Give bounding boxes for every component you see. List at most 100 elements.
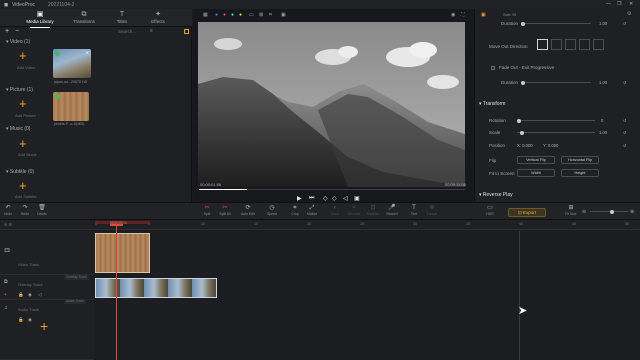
video-clip[interactable] <box>95 278 217 298</box>
close-button[interactable]: ✕ <box>629 1 633 7</box>
scale-slider[interactable] <box>517 130 595 135</box>
direction-option[interactable] <box>565 39 576 50</box>
horizontal-flip-button[interactable]: Horizontal Flip <box>561 156 599 164</box>
grid-icon[interactable]: ▦ <box>203 12 208 18</box>
add-subtitle-icon[interactable]: + <box>19 179 27 192</box>
speed-button[interactable]: ◷ Speed <box>264 205 280 216</box>
split-button[interactable]: ✂ Split <box>199 205 215 216</box>
crop-preview-icon[interactable]: ⌗ <box>269 12 272 18</box>
zoom-in-icon[interactable]: ⊕ <box>630 209 634 215</box>
redo-button[interactable]: ↷ Redo <box>17 205 33 216</box>
tab-media-library[interactable]: ▣ Media Library <box>20 11 60 28</box>
add-music-icon[interactable]: + <box>19 137 27 150</box>
rotation-value[interactable]: 0 <box>601 118 603 123</box>
settings-icon[interactable]: ⚙ <box>627 11 631 17</box>
hdr-button[interactable]: ▭ HDR <box>482 205 498 216</box>
direction-option[interactable] <box>551 39 562 50</box>
fit-height-button[interactable]: Height <box>561 169 599 177</box>
export-button[interactable]: ⊡ Export <box>508 208 546 217</box>
duration-slider[interactable] <box>521 21 591 26</box>
section-subtitle[interactable]: ▾ Subtitle (0) <box>6 169 34 175</box>
mark-out-icon[interactable]: ◇ <box>332 195 337 202</box>
list-view-icon[interactable]: ≡ <box>150 28 153 34</box>
aspect-icon[interactable]: ▭ <box>249 12 254 18</box>
add-video-icon[interactable]: + <box>19 49 27 62</box>
freeze-button[interactable]: ❄ Freeze <box>424 205 440 216</box>
duration2-slider[interactable] <box>521 80 591 85</box>
reset-icon[interactable]: ↺ <box>623 80 627 85</box>
delete-button[interactable]: 🗑 Delete <box>34 205 50 216</box>
zoom-out-icon[interactable]: ⊖ <box>582 209 586 215</box>
text-button[interactable]: T Text <box>406 205 422 216</box>
add-track-icon[interactable]: + <box>4 292 7 297</box>
direction-option[interactable] <box>579 39 590 50</box>
snapshot-icon[interactable]: ◉ <box>451 12 455 18</box>
color-dot-icon[interactable]: ● <box>231 12 234 18</box>
mute-icon[interactable]: ◁ <box>38 292 41 298</box>
stabilize-button[interactable]: ⊡ Stabilize <box>365 205 381 216</box>
split-all-button[interactable]: ✂ Split All <box>217 205 233 216</box>
section-music[interactable]: ▾ Music (0) <box>6 126 30 132</box>
slider-knob[interactable] <box>521 21 525 26</box>
vertical-flip-button[interactable]: Vertical Flip <box>517 156 555 164</box>
add-media-icon[interactable]: + <box>5 28 9 35</box>
picture-thumbnail[interactable] <box>53 92 89 121</box>
fullscreen-icon[interactable]: ⛶ <box>461 12 465 18</box>
mark-in-icon[interactable]: ◇ <box>323 195 328 202</box>
reset-icon[interactable]: ↺ <box>623 143 627 148</box>
play-icon[interactable]: ▶ <box>297 195 302 202</box>
motion-button[interactable]: ⤢ Motion <box>304 205 320 216</box>
safe-area-icon[interactable]: ▣ <box>281 12 286 18</box>
direction-option[interactable] <box>537 39 548 50</box>
next-frame-icon[interactable]: ⏭ <box>309 195 314 202</box>
tab-effects[interactable]: ✦ Effects <box>138 11 178 26</box>
track-options-icon[interactable]: ⊕ ⊞ <box>4 222 12 227</box>
rotation-slider[interactable] <box>517 118 595 123</box>
color-button[interactable]: ◐ Color <box>327 205 343 216</box>
search-input[interactable]: Search... <box>118 29 136 34</box>
reset-icon[interactable]: ↺ <box>623 21 627 26</box>
reverse-play-header[interactable]: ▾ Reverse Play <box>479 192 513 198</box>
close-icon[interactable]: ✕ <box>86 50 89 55</box>
slider-knob[interactable] <box>521 80 525 85</box>
inspector-tab[interactable]: Sub: 5f <box>503 12 516 17</box>
add-audio-icon[interactable]: + <box>40 319 48 333</box>
duration-value[interactable]: 1.00 <box>599 21 607 26</box>
remove-media-icon[interactable]: − <box>15 28 19 35</box>
slider-knob[interactable] <box>520 130 524 135</box>
add-picture-icon[interactable]: + <box>19 97 27 110</box>
position-y[interactable]: Y: 0.000 <box>543 143 558 148</box>
color-dot-icon[interactable]: ● <box>223 12 226 18</box>
tab-titles[interactable]: T Titles <box>102 11 142 26</box>
inspector-toggle-icon[interactable]: ▣ <box>481 12 486 18</box>
denoise-button[interactable]: ≈ Denoise <box>346 205 362 216</box>
fit-size-button[interactable]: ⊞ Fit Size <box>563 205 579 216</box>
color-dot-icon[interactable]: ● <box>239 12 242 18</box>
panel-toggle-icon[interactable] <box>184 29 189 34</box>
undo-button[interactable]: ↶ Undo <box>0 205 16 216</box>
position-x[interactable]: X: 0.000 <box>517 143 533 148</box>
lock-icon[interactable]: ⊠ <box>259 12 263 18</box>
color-dot-icon[interactable]: ● <box>215 12 218 18</box>
slider-knob[interactable] <box>517 118 521 123</box>
visibility-icon[interactable]: ◉ <box>28 292 32 298</box>
visibility-icon[interactable]: ◉ <box>28 317 32 323</box>
preview-scrubber[interactable] <box>199 189 465 190</box>
minimize-button[interactable]: — <box>606 1 611 7</box>
zoom-knob[interactable] <box>610 209 614 214</box>
transform-header[interactable]: ▾ Transform <box>479 101 505 107</box>
reset-icon[interactable]: ↺ <box>623 118 627 123</box>
direction-option[interactable] <box>593 39 604 50</box>
lock-track-icon[interactable]: 🔒 <box>18 292 24 298</box>
fade-out-checkbox[interactable] <box>491 66 495 70</box>
maximize-button[interactable]: ❐ <box>617 1 621 7</box>
lock-track-icon[interactable]: 🔒 <box>18 317 24 323</box>
tab-transitions[interactable]: ⧉ Transitions <box>64 11 104 26</box>
scale-value[interactable]: 1.00 <box>599 130 607 135</box>
timeline-ruler[interactable]: 0 5 10 15 20 25 30 35 40 45 50 <box>94 220 640 230</box>
reset-icon[interactable]: ↺ <box>623 130 627 135</box>
crop-button[interactable]: ⌗ Crop <box>287 205 303 216</box>
duration2-value[interactable]: 1.00 <box>599 80 607 85</box>
playhead[interactable] <box>116 222 117 360</box>
zoom-slider[interactable] <box>590 209 628 214</box>
